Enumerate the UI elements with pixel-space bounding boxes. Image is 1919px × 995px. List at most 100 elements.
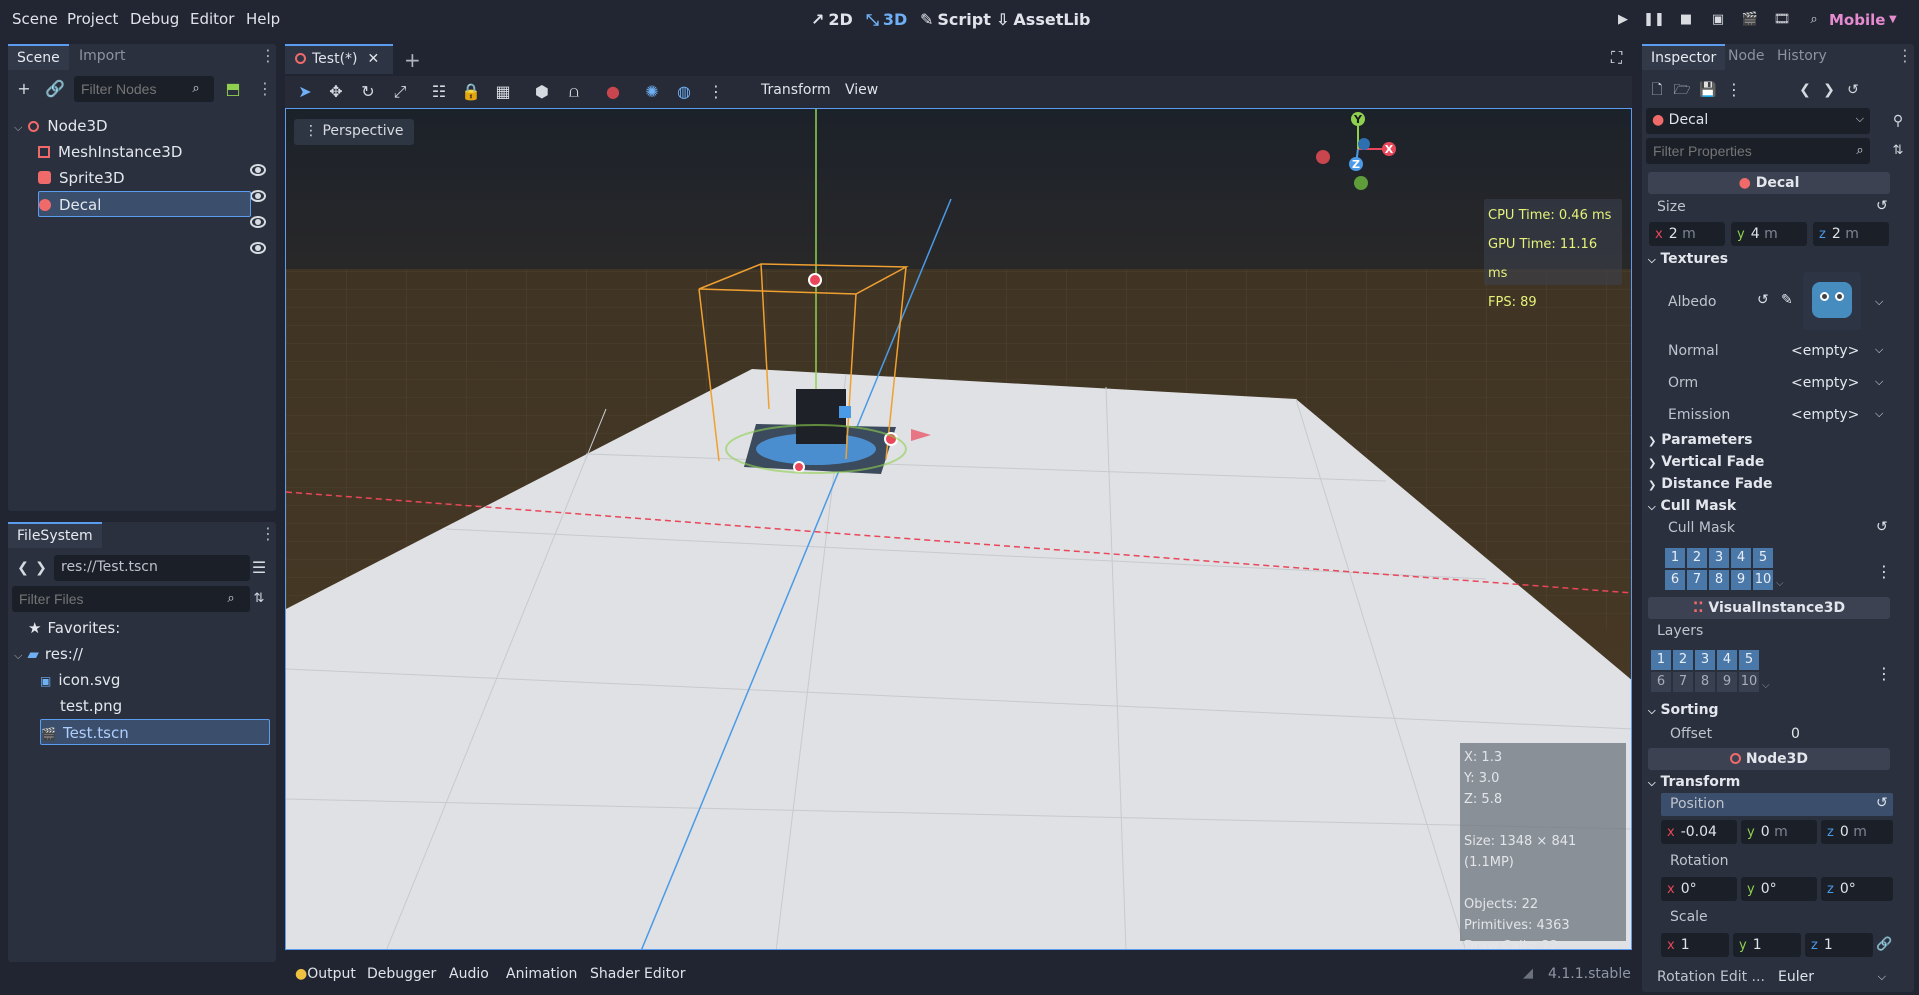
emission-value[interactable]: <empty> <box>1791 404 1859 426</box>
3d-viewport[interactable]: X Y Z ⋮ Perspective CPU Time: 0.46 ms GP… <box>285 108 1632 950</box>
add-node-icon[interactable]: + <box>13 78 35 100</box>
select-tool-icon[interactable]: ➤ <box>294 81 316 103</box>
albedo-texture-preview[interactable] <box>1803 272 1861 330</box>
workspace-script[interactable]: ✎ Script <box>920 10 991 29</box>
tab-audio[interactable]: Audio <box>449 966 489 982</box>
chevron-down-icon[interactable]: ⌵ <box>1875 375 1883 389</box>
filesystem-menu-icon[interactable]: ⋮ <box>260 526 276 544</box>
layers-menu-icon[interactable]: ⋮ <box>1876 664 1892 683</box>
play-custom-scene-icon[interactable]: 🎞 <box>1771 12 1793 30</box>
size-z-field[interactable]: z2 m <box>1813 222 1889 246</box>
tree-item-decal[interactable]: Decal <box>38 191 251 217</box>
play-scene-icon[interactable]: 🎬 <box>1739 12 1761 30</box>
collapse-chevron-icon[interactable]: ⌵ <box>14 121 22 134</box>
tree-item-meshinstance3d[interactable]: MeshInstance3D <box>38 139 258 165</box>
file-item[interactable]: 🎬 Test.tscn <box>40 719 270 745</box>
list-select-icon[interactable]: ☷ <box>428 81 450 103</box>
close-icon[interactable]: ✕ <box>368 51 380 67</box>
rotate-tool-icon[interactable]: ↻ <box>357 81 379 103</box>
position-y-field[interactable]: y0 m <box>1741 820 1817 844</box>
tab-animation[interactable]: Animation <box>506 966 577 982</box>
open-resource-icon[interactable]: 🗁 <box>1671 79 1693 101</box>
pause-icon[interactable]: ❚❚ <box>1643 12 1665 30</box>
workspace-2d[interactable]: ↗ 2D <box>811 10 853 29</box>
tab-import[interactable]: Import <box>70 44 134 70</box>
chevron-down-icon[interactable]: ⌵ <box>1875 407 1883 421</box>
size-handle[interactable] <box>793 461 805 473</box>
instance-scene-icon[interactable]: ⬒ <box>222 78 244 100</box>
viewport-scene[interactable]: X Y Z <box>286 109 1632 950</box>
chevron-down-icon[interactable]: ⌵ <box>1875 343 1883 357</box>
scale-z-field[interactable]: z1 <box>1805 933 1873 957</box>
reset-icon[interactable]: ↺ <box>1876 519 1888 535</box>
layer-bit[interactable]: 1 <box>1651 650 1671 670</box>
sun-preview-icon[interactable]: ✺ <box>641 81 663 103</box>
workspace-3d[interactable]: ⤡ 3D <box>866 10 907 30</box>
normal-value[interactable]: <empty> <box>1791 340 1859 362</box>
rotation-y-field[interactable]: y 0° <box>1741 877 1817 901</box>
workspace-assetlib[interactable]: ⇩ AssetLib <box>996 10 1090 29</box>
layers-menu-icon[interactable]: ⋮ <box>1876 562 1892 581</box>
reset-icon[interactable]: ↺ <box>1757 292 1769 308</box>
scale-y-field[interactable]: y1 <box>1733 933 1801 957</box>
layer-bit[interactable]: 1 <box>1665 548 1685 568</box>
layer-bit[interactable]: 5 <box>1739 650 1759 670</box>
transform-menu[interactable]: Transform <box>761 82 831 98</box>
tab-node[interactable]: Node <box>1719 44 1774 70</box>
layer-bit[interactable]: 6 <box>1665 570 1685 590</box>
link-scale-icon[interactable]: 🔗 <box>1876 937 1892 952</box>
menu-scene[interactable]: Scene <box>12 10 58 28</box>
orm-value[interactable]: <empty> <box>1791 372 1859 394</box>
sort-icon[interactable]: ⇅ <box>248 588 270 610</box>
cull-mask-section[interactable]: ⌵ Cull Mask <box>1648 495 1892 517</box>
layer-bit[interactable]: 9 <box>1731 570 1751 590</box>
visibility-eye-icon[interactable] <box>250 242 266 254</box>
filter-properties-input[interactable] <box>1646 138 1870 164</box>
tab-inspector[interactable]: Inspector <box>1642 44 1726 70</box>
move-plane-handle[interactable] <box>839 406 851 418</box>
layer-bit[interactable]: 4 <box>1717 650 1737 670</box>
menu-project[interactable]: Project <box>67 10 118 28</box>
scale-x-field[interactable]: x1 <box>1661 933 1729 957</box>
scene-tree-menu-icon[interactable]: ⋮ <box>257 81 273 99</box>
visibility-eye-icon[interactable] <box>250 190 266 202</box>
camera-preview-icon[interactable]: ● <box>602 81 624 103</box>
tree-item-sprite3d[interactable]: Sprite3D <box>38 165 258 191</box>
textures-section[interactable]: ⌵ Textures <box>1648 248 1892 270</box>
layer-bit[interactable]: 4 <box>1731 548 1751 568</box>
collapse-chevron-icon[interactable]: ⌵ <box>14 649 22 662</box>
reset-icon[interactable]: ↺ <box>1876 795 1888 811</box>
play-icon[interactable]: ▶ <box>1612 12 1634 30</box>
add-tab-icon[interactable]: + <box>404 48 421 72</box>
file-item[interactable]: test.png <box>40 693 122 719</box>
split-view-icon[interactable]: ☰ <box>248 557 270 579</box>
layer-bit[interactable]: 3 <box>1695 650 1715 670</box>
layer-bit[interactable]: 8 <box>1709 570 1729 590</box>
toolbar-menu-icon[interactable]: ⋮ <box>705 81 727 103</box>
position-z-field[interactable]: z0 m <box>1821 820 1893 844</box>
layer-bit[interactable]: 2 <box>1687 548 1707 568</box>
node-selector[interactable]: ● Decal ⌵ <box>1646 108 1870 134</box>
layer-bit[interactable]: 7 <box>1687 570 1707 590</box>
distraction-free-icon[interactable]: ⛶ <box>1611 48 1622 68</box>
layer-bit[interactable]: 10 <box>1753 570 1773 590</box>
property-settings-icon[interactable]: ⇅ <box>1887 140 1909 162</box>
tab-output[interactable]: ●Output <box>295 966 356 982</box>
reset-icon[interactable]: ↺ <box>1876 198 1888 214</box>
group-icon[interactable]: ▦ <box>492 81 514 103</box>
snap-icon[interactable]: ⩍ <box>563 81 585 103</box>
file-item[interactable]: ▣ icon.svg <box>40 667 120 693</box>
layer-bit[interactable]: 10 <box>1739 672 1759 692</box>
expand-layers-icon[interactable]: ⌵ <box>1776 578 1784 589</box>
view-menu[interactable]: View <box>845 82 878 98</box>
tab-history[interactable]: History <box>1768 44 1836 70</box>
chevron-down-icon[interactable]: ⌵ <box>1875 295 1883 309</box>
tree-item-node3d[interactable]: ⌵ Node3D <box>14 113 269 139</box>
edit-texture-icon[interactable]: ✎ <box>1781 292 1793 308</box>
menu-editor[interactable]: Editor <box>190 10 234 28</box>
sorting-section[interactable]: ⌵ Sorting <box>1648 699 1892 721</box>
tab-scene[interactable]: Scene <box>8 44 69 70</box>
resource-menu-icon[interactable]: ⋮ <box>1723 79 1745 101</box>
menu-help[interactable]: Help <box>246 10 280 28</box>
layer-bit[interactable]: 3 <box>1709 548 1729 568</box>
